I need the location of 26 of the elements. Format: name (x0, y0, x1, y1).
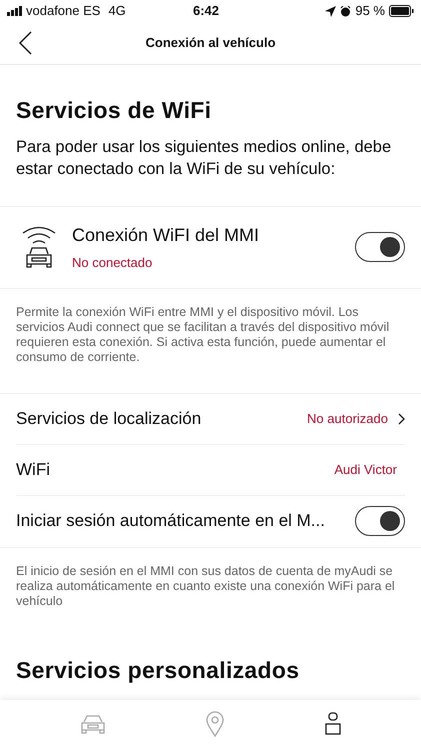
toggle-switch[interactable] (355, 232, 405, 262)
battery-icon (389, 5, 414, 17)
description-text: El inicio de sesión en el MMI con sus datos de cuenta de myAudi se realiza automáticamente en cuanto existe una conexión WiFi para el vehículo (0, 546, 421, 608)
carrier-name: vodafone ES (26, 2, 100, 20)
battery-percent: 95 % (355, 2, 385, 20)
section-title: Servicios personalizados (15, 656, 300, 685)
clock: 6:42 (193, 2, 220, 20)
car-wifi-icon (20, 225, 58, 269)
setting-label: WiFi (16, 458, 50, 481)
chevron-right-icon (398, 412, 405, 424)
setting-label: Servicios de localización (16, 408, 202, 430)
location-arrow-icon (325, 6, 336, 16)
person-icon[interactable] (324, 712, 341, 736)
description-text: Permite la conexión WiFi entre MMI y el dispositivo móvil. Los servicios Audi connect que se facilitan a través del dispositivo móvil requieren esta conexión. Si activa esta función, puede aumentar el consumo de corriente. (0, 288, 421, 394)
toggle-switch[interactable] (355, 506, 405, 536)
setting-value: Audi Victor (334, 460, 397, 479)
connection-status: No conectado (72, 254, 154, 272)
network-type: 4G (108, 2, 126, 20)
screen-title: Conexión al vehículo (145, 34, 276, 52)
intro-text: Para poder usar los siguientes medios online, debe estar conectado con la WiFi de su vehículo: (15, 136, 392, 180)
alarm-clock-icon (340, 6, 352, 16)
signal-icon (7, 6, 23, 16)
section-title: Servicios de WiFi (15, 96, 212, 125)
setting-label: Conexión WiFI del MMI (72, 224, 260, 247)
setting-label: Iniciar sesión automáticamente en el M... (16, 510, 325, 532)
setting-link[interactable]: No autorizado (307, 408, 405, 428)
